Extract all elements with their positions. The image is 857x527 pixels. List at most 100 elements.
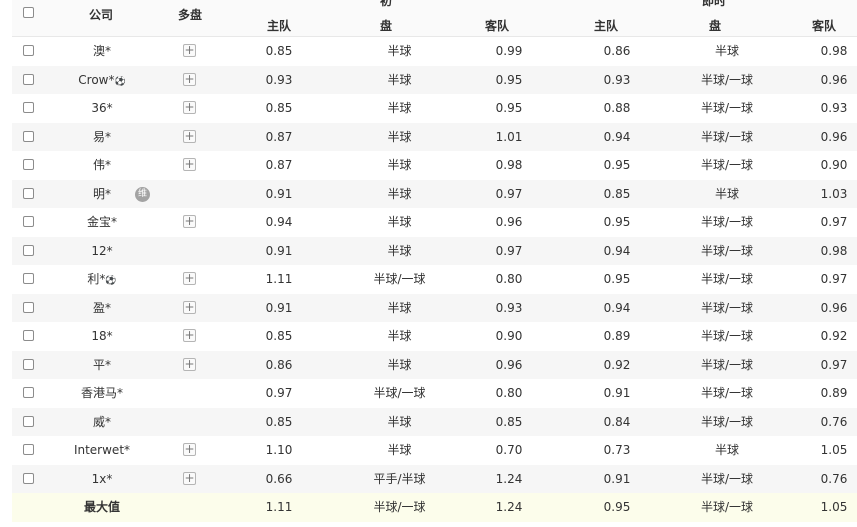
cell-ia-text: 0.93 [495, 300, 523, 315]
cell-ip-text: 半球 [387, 329, 412, 343]
row-checkbox[interactable] [23, 387, 34, 398]
select-all-checkbox[interactable] [23, 7, 34, 18]
row-checkbox[interactable] [23, 216, 34, 227]
table-row[interactable]: 金宝* +0.94 半球 0.96 0.95 半球/一球 0.97 [12, 208, 857, 237]
row-checkbox[interactable] [23, 472, 34, 484]
plus-expand-icon[interactable]: + [183, 272, 196, 285]
row-checkbox[interactable] [23, 45, 34, 56]
cell-lp: 半球/一球 [672, 151, 782, 180]
plus-expand-icon[interactable]: + [183, 357, 196, 371]
cell-company: 最大值 [52, 493, 152, 522]
row-checkbox[interactable] [23, 159, 34, 170]
cell-ia: 0.80 [484, 379, 534, 408]
table-row[interactable]: 澳* +0.85 半球 0.99 0.86 半球 0.98 [12, 37, 857, 66]
table-row[interactable]: 香港马* 0.97 半球/一球 0.80 0.91 半球/一球 0.89 [12, 379, 857, 408]
plus-expand-icon[interactable]: + [183, 158, 196, 171]
cell-company[interactable]: 金宝* [52, 208, 152, 237]
cell-la-text: 1.05 [820, 500, 848, 514]
row-checkbox[interactable] [23, 73, 34, 85]
cell-ia: 0.95 [484, 66, 534, 95]
cell-ia: 0.70 [484, 436, 534, 465]
cell-la-text: 0.76 [820, 414, 848, 429]
plus-expand-icon[interactable]: + [183, 44, 196, 57]
table-row[interactable]: 伟* +0.87 半球 0.98 0.95 半球/一球 0.90 [12, 151, 857, 180]
cell-ih: 0.85 [254, 408, 304, 437]
row-checkbox[interactable] [23, 130, 34, 142]
cell-company[interactable]: Interwet* [52, 436, 152, 465]
plus-expand-icon[interactable]: + [183, 101, 196, 114]
cell-company[interactable]: 18* [52, 322, 152, 351]
cell-company[interactable]: 利*⚽ [52, 265, 152, 296]
plus-expand-icon[interactable]: + [183, 329, 196, 342]
cell-company[interactable]: 12* [52, 237, 152, 266]
cell-lh: 0.89 [592, 322, 642, 351]
table-row[interactable]: 平* +0.86 半球 0.96 0.92 半球/一球 0.97 [12, 350, 857, 380]
cell-company[interactable]: 36* [52, 94, 152, 123]
cell-ip: 半球 [342, 408, 457, 437]
table-row[interactable]: Crow*⚽ +0.93 半球 0.95 0.93 半球/一球 0.96 [12, 65, 857, 97]
cell-ih-text: 0.85 [265, 414, 293, 429]
row-checkbox[interactable] [23, 244, 34, 256]
plus-expand-icon[interactable]: + [183, 129, 196, 143]
cell-company[interactable]: 盈* [52, 294, 152, 323]
row-checkbox[interactable] [23, 187, 34, 199]
table-row[interactable]: 36* +0.85 半球 0.95 0.88 半球/一球 0.93 [12, 94, 857, 123]
row-checkbox[interactable] [23, 415, 34, 427]
cell-company[interactable]: Crow*⚽ [52, 66, 152, 97]
cell-company[interactable]: 威* [52, 408, 152, 437]
cell-lp: 半球/一球 [672, 322, 782, 351]
cell-company[interactable]: 平* [52, 351, 152, 380]
row-checkbox[interactable] [23, 358, 34, 370]
table-row[interactable]: 18* +0.85 半球 0.90 0.89 半球/一球 0.92 [12, 322, 857, 351]
plus-expand-icon[interactable]: + [183, 300, 196, 314]
table-row[interactable]: 12* 0.91 半球 0.97 0.94 半球/一球 0.98 [12, 236, 857, 266]
header-initial-pan: 盘 [380, 19, 393, 33]
row-checkbox[interactable] [23, 273, 34, 284]
plus-expand-icon[interactable]: + [183, 215, 196, 228]
cell-ih: 0.87 [254, 151, 304, 180]
row-checkbox[interactable] [23, 330, 34, 341]
cell-company[interactable]: 易* [52, 123, 152, 152]
cell-ia-text: 0.97 [495, 186, 523, 201]
cell-company-text: 平* [92, 357, 111, 372]
cell-lh-text: 0.89 [603, 329, 631, 343]
table-row[interactable]: 盈* +0.91 半球 0.93 0.94 半球/一球 0.96 [12, 293, 857, 323]
cell-ip-text: 平手/半球 [373, 471, 426, 486]
plus-expand-icon[interactable]: + [183, 471, 196, 485]
cell-ip-text: 半球 [387, 414, 412, 429]
cell-la: 0.97 [810, 265, 857, 294]
cell-lh: 0.95 [592, 265, 642, 294]
cell-company[interactable]: 伟* [52, 151, 152, 180]
cell-la-text: 1.03 [820, 186, 848, 201]
row-checkbox[interactable] [23, 444, 34, 455]
cell-ip-text: 半球 [387, 357, 412, 372]
plus-expand-icon[interactable]: + [183, 72, 196, 86]
table-row[interactable]: 威* 0.85 半球 0.85 0.84 半球/一球 0.76 [12, 407, 857, 437]
cell-ih: 1.10 [254, 436, 304, 465]
table-row[interactable]: Interwet* +1.10 半球 0.70 0.73 半球 1.05 [12, 436, 857, 465]
cell-company[interactable]: 1x* [52, 465, 152, 494]
header-live-pan: 盘 [709, 19, 722, 33]
cell-la-text: 0.98 [820, 243, 848, 258]
cell-lh: 0.95 [592, 493, 642, 522]
cell-ih-text: 0.85 [265, 44, 293, 58]
table-row[interactable]: 利*⚽ +1.11 半球/一球 0.80 0.95 半球/一球 0.97 [12, 265, 857, 294]
cell-lh-text: 0.86 [603, 44, 631, 58]
table-row[interactable]: 1x* +0.66 平手/半球 1.24 0.91 半球/一球 0.76 [12, 464, 857, 494]
cell-la-text: 0.96 [820, 129, 848, 144]
cell-company[interactable]: 澳* [52, 37, 152, 66]
cell-ia-text: 0.85 [495, 414, 523, 429]
cell-company[interactable]: 香港马* [52, 379, 152, 408]
cell-lh: 0.93 [592, 66, 642, 95]
cell-lp-text: 半球 [714, 443, 739, 457]
cell-ih: 0.91 [254, 294, 304, 323]
cell-lp-text: 半球/一球 [700, 272, 754, 286]
row-checkbox[interactable] [23, 301, 34, 313]
cell-lp-text: 半球/一球 [700, 129, 754, 144]
table-row[interactable]: 易* +0.87 半球 1.01 0.94 半球/一球 0.96 [12, 122, 857, 152]
header-initial-home: 主队 [267, 19, 292, 33]
table-row[interactable]: 明* 维 0.91 半球 0.97 0.85 半球 1.03 [12, 179, 857, 208]
row-checkbox[interactable] [23, 102, 34, 113]
plus-expand-icon[interactable]: + [183, 443, 196, 456]
cell-la-text: 0.96 [820, 300, 848, 315]
